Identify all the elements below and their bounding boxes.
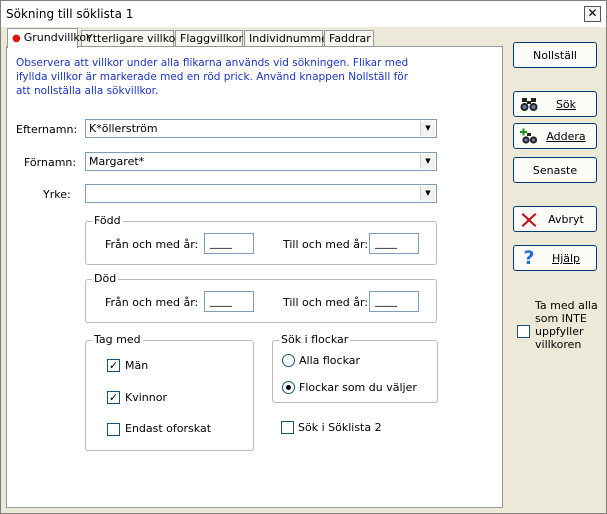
surname-combobox[interactable]: K*öllerström ▼ [85, 119, 437, 138]
died-legend: Död [92, 272, 119, 285]
include-non-matching-checkbox[interactable] [517, 325, 530, 338]
include-legend: Tag med [92, 333, 143, 346]
born-from-label: Från och med år: [105, 238, 199, 251]
flocks-group: Sök i flockar Alla flockar Flockar som d… [272, 333, 438, 403]
firstname-value: Margaret* [89, 155, 145, 168]
born-group: Född Från och med år: ____ Till och med … [85, 214, 437, 265]
chevron-down-icon[interactable]: ▼ [420, 121, 435, 136]
search-button[interactable]: Sök [513, 91, 597, 117]
tab-individnummer[interactable]: Individnummer [244, 30, 332, 47]
chevron-down-icon[interactable]: ▼ [420, 154, 435, 169]
women-label: Kvinnor [125, 391, 167, 404]
all-flocks-radio[interactable] [282, 354, 295, 367]
help-button[interactable]: ? Hjälp [513, 245, 597, 271]
firstname-combobox[interactable]: Margaret* ▼ [85, 152, 437, 171]
close-button[interactable]: ✕ [584, 6, 601, 22]
born-to-label: Till och med år: [283, 238, 369, 251]
born-legend: Född [92, 214, 123, 227]
dialog-window: Sökning till söklista 1 ✕ ● Grundvillkor … [0, 0, 607, 514]
tab-ytterligare-villkor[interactable]: Ytterligare villkor [81, 30, 180, 47]
all-flocks-label: Alla flockar [299, 354, 361, 367]
cancel-button[interactable]: Avbryt [513, 206, 597, 232]
unresearched-label: Endast oforskat [125, 422, 212, 435]
born-to-input[interactable]: ____ [369, 233, 419, 254]
died-to-label: Till och med år: [283, 296, 369, 309]
chevron-down-icon[interactable]: ▼ [420, 186, 435, 201]
occupation-label: Yrke: [43, 188, 71, 201]
occupation-combobox[interactable]: ▼ [85, 184, 437, 203]
chosen-flocks-radio[interactable] [282, 381, 295, 394]
tab-marker-dot-icon: ● [12, 33, 21, 44]
died-from-input[interactable]: ____ [204, 291, 254, 312]
flocks-legend: Sök i flockar [279, 333, 351, 346]
search-list2-checkbox[interactable] [281, 421, 294, 434]
chosen-flocks-label: Flockar som du väljer [299, 381, 417, 394]
include-group: Tag med ✓ Män ✓ Kvinnor Endast oforskat [85, 333, 254, 451]
tab-faddrar[interactable]: Faddrar [324, 30, 374, 47]
men-checkbox[interactable]: ✓ [107, 359, 120, 372]
reset-button[interactable]: Nollställ [513, 42, 597, 68]
recent-button[interactable]: Senaste [513, 157, 597, 183]
title-bar: Sökning till söklista 1 ✕ [1, 1, 606, 27]
died-to-input[interactable]: ____ [369, 291, 419, 312]
women-checkbox[interactable]: ✓ [107, 391, 120, 404]
info-text: Observera att villkor under alla flikarn… [16, 57, 409, 97]
men-label: Män [125, 359, 149, 372]
include-non-matching-label: Ta med alla som INTE uppfyller villkoren [535, 299, 598, 351]
unresearched-checkbox[interactable] [107, 423, 120, 436]
firstname-label: Förnamn: [24, 156, 77, 169]
add-button[interactable]: Addera [513, 123, 597, 149]
tab-panel-grundvillkor: Observera att villkor under alla flikarn… [6, 46, 503, 508]
died-group: Död Från och med år: ____ Till och med å… [85, 272, 437, 323]
born-from-input[interactable]: ____ [204, 233, 254, 254]
tab-grundvillkor[interactable]: ● Grundvillkor [7, 28, 91, 48]
tab-flaggvillkor[interactable]: Flaggvillkor [175, 30, 243, 47]
died-from-label: Från och med år: [105, 296, 199, 309]
window-title: Sökning till söklista 1 [6, 7, 134, 21]
search-list2-label: Sök i Söklista 2 [298, 421, 382, 434]
surname-label: Efternamn: [16, 123, 78, 136]
surname-value: K*öllerström [89, 122, 158, 135]
